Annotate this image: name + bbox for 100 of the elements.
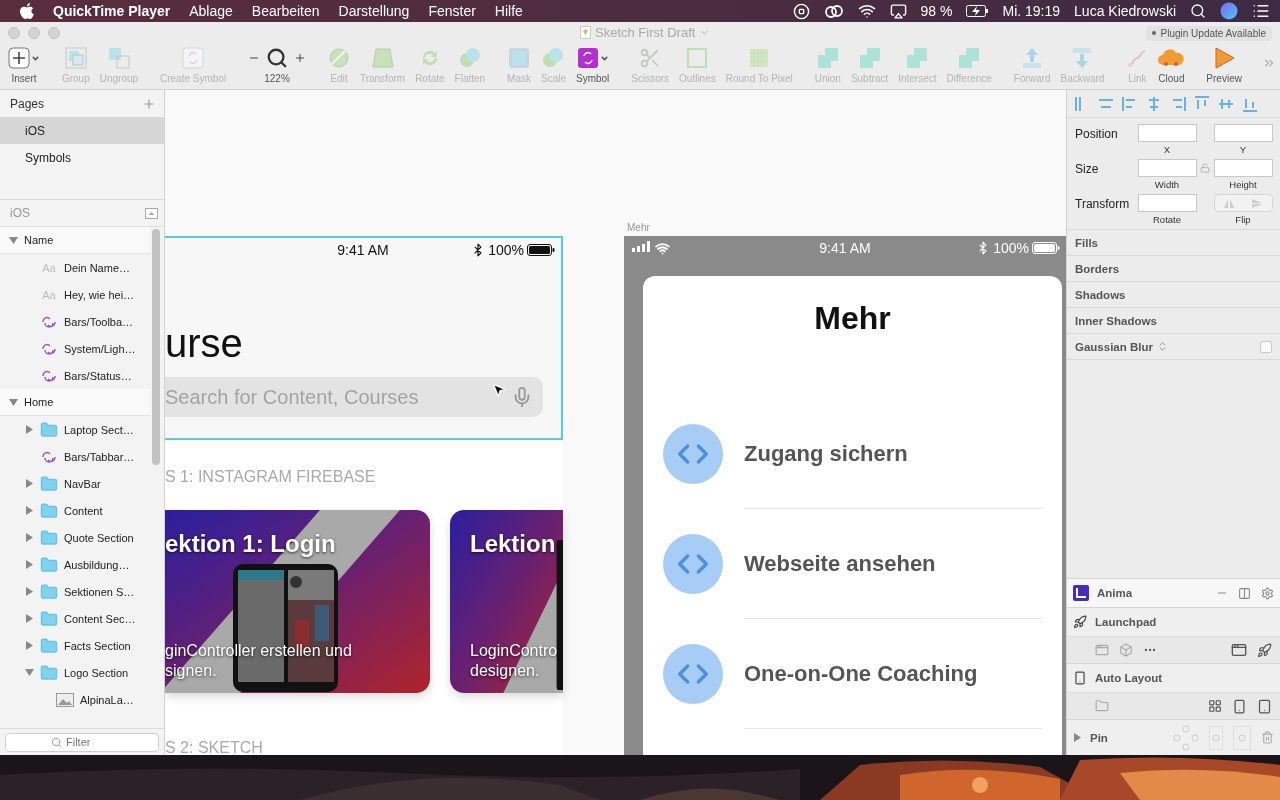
collapse-icon[interactable] xyxy=(145,207,158,219)
toolbar-button[interactable]: Cloud xyxy=(1156,46,1187,84)
unlocked-icon[interactable] xyxy=(1200,163,1210,173)
menu-item[interactable]: Webseite ansehen xyxy=(744,551,936,577)
layer-row[interactable]: Bars/Toolba… xyxy=(0,308,150,335)
menu-item[interactable]: Hilfe xyxy=(494,3,523,19)
stop-recording-icon[interactable] xyxy=(792,2,810,20)
browser-icon[interactable] xyxy=(1231,642,1247,658)
menu-item[interactable]: Ablage xyxy=(189,3,233,19)
layer-row[interactable]: Facts Section xyxy=(0,632,150,659)
zoom-control[interactable]: 122% xyxy=(246,46,308,84)
toolbar-button[interactable]: Symbol xyxy=(574,46,612,84)
inspector-section[interactable]: Fills xyxy=(1067,230,1280,256)
toolbar-button[interactable]: Preview xyxy=(1204,46,1244,84)
collapsed-triangle-icon[interactable] xyxy=(24,506,34,515)
folder-icon xyxy=(40,501,58,520)
notifications-icon[interactable] xyxy=(1252,2,1270,20)
inspector-section[interactable]: Inner Shadows xyxy=(1067,308,1280,334)
layer-row[interactable]: System/Ligh… xyxy=(0,335,150,362)
filter-field[interactable]: Filter xyxy=(5,732,159,752)
inspector-section[interactable]: Shadows xyxy=(1067,282,1280,308)
add-page-icon[interactable] xyxy=(142,96,156,111)
window-icon[interactable] xyxy=(1095,643,1109,657)
tablet-icon[interactable] xyxy=(1257,698,1272,714)
inspector-section[interactable]: Gaussian Blur xyxy=(1067,334,1280,360)
expanded-triangle-icon[interactable] xyxy=(8,397,18,407)
layer-group-row[interactable]: Home xyxy=(0,389,150,416)
layer-row[interactable]: Quote Section xyxy=(0,524,150,551)
grid-icon[interactable] xyxy=(1208,699,1222,713)
collapsed-triangle-icon[interactable] xyxy=(24,587,34,596)
page-item[interactable]: iOS xyxy=(0,117,164,144)
clock[interactable]: Mi. 19:19 xyxy=(1002,3,1061,19)
grid-icon xyxy=(748,47,771,69)
toolbar-button[interactable]: Insert xyxy=(6,46,42,84)
trash-icon[interactable] xyxy=(1261,731,1274,744)
number-field[interactable] xyxy=(1137,159,1197,177)
app-menu[interactable]: QuickTime Player xyxy=(53,3,171,19)
battery-charging-icon[interactable] xyxy=(966,5,989,17)
flip-control[interactable] xyxy=(1213,194,1273,212)
layer-row[interactable]: Bars/Tabbar… xyxy=(0,443,150,470)
number-field[interactable] xyxy=(1137,194,1197,212)
user-name[interactable]: Luca Kiedrowski xyxy=(1074,3,1176,19)
number-field[interactable] xyxy=(1213,159,1273,177)
layer-group-row[interactable]: Name xyxy=(0,227,150,254)
field-caption: Rotate xyxy=(1153,214,1181,225)
checkbox[interactable] xyxy=(1260,340,1272,353)
window-button[interactable] xyxy=(28,27,40,39)
settings-icon[interactable] xyxy=(1261,586,1274,600)
folder-icon[interactable] xyxy=(1095,699,1109,713)
creative-cloud-icon[interactable] xyxy=(823,4,844,18)
menu-item[interactable]: Fenster xyxy=(428,3,476,19)
siri-icon[interactable] xyxy=(1220,2,1238,20)
layer-row[interactable]: AlpinaLa… xyxy=(0,686,150,713)
number-field[interactable] xyxy=(1213,124,1273,142)
plugin-update-notice[interactable]: Plugin Update Available xyxy=(1145,25,1272,41)
menu-item[interactable]: Bearbeiten xyxy=(251,3,320,19)
window-button[interactable] xyxy=(8,27,20,39)
inspector-section[interactable]: Borders xyxy=(1067,256,1280,282)
collapsed-triangle-icon[interactable] xyxy=(24,479,34,488)
collapsed-triangle-icon[interactable] xyxy=(1073,733,1082,742)
search-icon[interactable] xyxy=(1190,3,1206,19)
menu-item[interactable]: One-on-One Coaching xyxy=(744,661,978,687)
layer-row[interactable]: Content xyxy=(0,497,150,524)
window-button[interactable] xyxy=(48,27,60,39)
page-item[interactable]: Symbols xyxy=(0,144,164,171)
collapsed-triangle-icon[interactable] xyxy=(24,614,34,623)
airplay-icon[interactable] xyxy=(889,2,907,20)
layer-row[interactable]: Logo Section xyxy=(0,659,150,686)
collapsed-triangle-icon[interactable] xyxy=(24,641,34,650)
cube-icon[interactable] xyxy=(1119,643,1133,657)
number-field[interactable] xyxy=(1137,124,1197,142)
squares-icon xyxy=(858,47,881,69)
expanded-triangle-icon[interactable] xyxy=(24,668,34,677)
layer-row[interactable]: Aa Dein Name… xyxy=(0,254,150,281)
menu-item[interactable]: Darstellung xyxy=(338,3,410,19)
expanded-triangle-icon[interactable] xyxy=(8,235,18,245)
layer-row[interactable]: Bars/Status… xyxy=(0,362,150,389)
pin-control-icon[interactable] xyxy=(1233,725,1251,750)
arrow-up-icon xyxy=(1021,47,1044,69)
phone-icon[interactable] xyxy=(1232,698,1247,714)
layer-row[interactable]: Content Sec… xyxy=(0,605,150,632)
layer-row[interactable]: Aa Hey, wie hei… xyxy=(0,281,150,308)
menu-item[interactable]: Zugang sichern xyxy=(744,441,908,467)
scrollbar[interactable] xyxy=(152,229,160,465)
folder-icon xyxy=(40,609,58,628)
collapsed-triangle-icon[interactable] xyxy=(24,533,34,542)
apple-logo-icon[interactable] xyxy=(20,3,34,19)
search-field[interactable]: Search for Content, Courses xyxy=(165,377,543,417)
layer-row[interactable]: NavBar xyxy=(0,470,150,497)
rocket-icon[interactable] xyxy=(1257,642,1272,658)
collapsed-triangle-icon[interactable] xyxy=(24,425,34,434)
folder-icon xyxy=(40,555,58,574)
wifi-icon[interactable] xyxy=(857,2,876,20)
panel-icon[interactable] xyxy=(1238,586,1251,600)
layer-row[interactable]: Ausbildung… xyxy=(0,551,150,578)
pin-control-icon[interactable] xyxy=(1173,724,1199,751)
pin-control-icon[interactable] xyxy=(1209,725,1223,750)
layer-row[interactable]: Laptop Sect… xyxy=(0,416,150,443)
layer-row[interactable]: Sektionen S… xyxy=(0,578,150,605)
collapsed-triangle-icon[interactable] xyxy=(24,560,34,569)
